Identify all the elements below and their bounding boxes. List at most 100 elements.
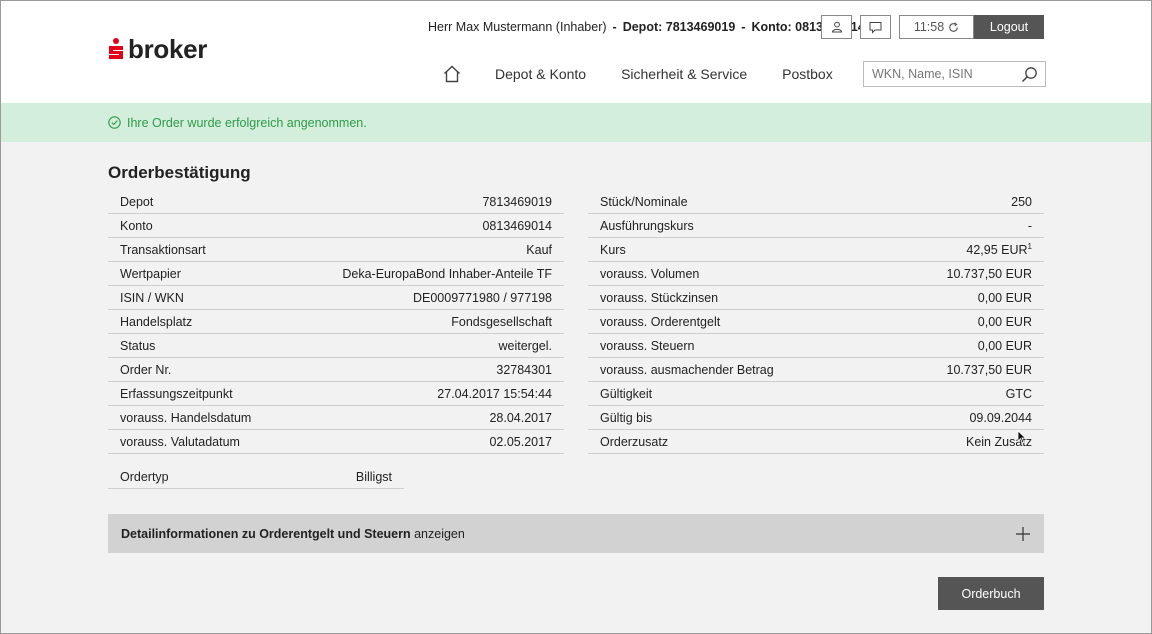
row-label: Ausführungskurs [600,218,694,233]
row-label: Kurs [600,242,626,257]
row-label: Handelsplatz [120,314,193,329]
row-label: vorauss. Handelsdatum [120,410,252,425]
row-label: Orderzusatz [600,434,669,449]
table-row: vorauss. Handelsdatum 28.04.2017 [108,406,564,430]
row-value: 0,00 EUR [977,338,1032,353]
table-row: ISIN / WKN DE0009771980 / 977198 [108,286,564,310]
home-icon[interactable] [442,64,462,84]
table-row: Kurs 42,95 EUR1 [588,238,1044,262]
row-value: Fondsgesellschaft [451,314,552,329]
row-label: Order Nr. [120,362,172,377]
session-time: 11:58 [913,20,945,34]
footnote-marker: 1 [1027,241,1032,251]
row-value: Kauf [526,242,552,257]
table-row: Wertpapier Deka-EuropaBond Inhaber-Anteil… [108,262,564,286]
success-message: Ihre Order wurde erfolgreich angenommen. [127,115,367,130]
row-value: weitergel. [498,338,553,353]
order-details-right: Stück/Nominale 250 Ausführungskurs - Kurs 4… [588,190,1044,454]
table-row: Order Nr. 32784301 [108,358,564,382]
user-info-line: Herr Max Mustermann (Inhaber) - Depot: 781… [428,20,865,34]
row-value: 0,00 EUR [977,290,1032,305]
success-banner: Ihre Order wurde erfolgreich angenommen. [0,103,1152,142]
user-name: Herr Max Mustermann (Inhaber) [428,20,607,34]
depot-number: Depot: 7813469019 [622,20,736,34]
search-icon[interactable] [1021,66,1038,83]
table-row: Gültig bis 09.09.2044 [588,406,1044,430]
nav-depot-konto[interactable]: Depot & Konto [495,66,586,82]
nav-postbox[interactable]: Postbox [782,66,833,82]
ordertyp-label: Ordertyp [120,469,169,484]
row-label: vorauss. Stückzinsen [600,290,719,305]
details-suffix: anzeigen [414,526,465,541]
table-row: Stück/Nominale 250 [588,190,1044,214]
table-row: Ordertyp Billigst [108,465,404,489]
row-value: 0813469014 [482,218,552,233]
row-value: 09.09.2044 [969,410,1032,425]
sbroker-logo[interactable]: broker [108,36,207,62]
brand-name: broker [128,34,208,64]
nav-sicherheit-service[interactable]: Sicherheit & Service [621,66,747,82]
row-value: Deka-EuropaBond Inhaber-Anteile TF [342,266,552,281]
details-text: Detailinformationen zu Orderentgelt und … [121,527,465,541]
table-row: Ausführungskurs - [588,214,1044,238]
search-input[interactable] [864,62,1014,86]
table-row: vorauss. Volumen 10.737,50 EUR [588,262,1044,286]
row-value: 32784301 [496,362,552,377]
table-row: vorauss. Stückzinsen 0,00 EUR [588,286,1044,310]
separator: - [612,20,617,34]
row-label: vorauss. ausmachender Betrag [600,362,774,377]
row-label: Stück/Nominale [600,194,688,209]
message-icon [869,21,882,34]
row-value: 10.737,50 EUR [946,362,1032,377]
row-label: vorauss. Volumen [600,266,700,281]
table-row: Depot 7813469019 [108,190,564,214]
plus-icon[interactable] [1015,526,1031,542]
row-label: vorauss. Steuern [600,338,695,353]
table-row: Erfassungszeitpunkt 27.04.2017 15:54:44 [108,382,564,406]
row-label: Konto [120,218,153,233]
row-label: Gültig bis [600,410,653,425]
main-navigation: Depot & Konto Sicherheit & Service Postb… [442,63,868,85]
mouse-cursor-icon [1017,430,1027,444]
table-row: Transaktionsart Kauf [108,238,564,262]
user-icon [831,21,842,33]
row-label: ISIN / WKN [120,290,184,305]
order-details-left: Depot 7813469019 Konto 0813469014 Transakt… [108,190,564,454]
table-row: vorauss. Valutadatum 02.05.2017 [108,430,564,454]
logout-button[interactable]: Logout [974,15,1044,39]
row-label: Depot [120,194,154,209]
row-value: 28.04.2017 [489,410,552,425]
search-box [863,61,1046,87]
details-title: Detailinformationen zu Orderentgelt und … [121,526,411,541]
table-row: vorauss. Orderentgelt 0,00 EUR [588,310,1044,334]
table-row: Orderzusatz Kein Zusatz [588,430,1044,454]
sparkasse-s-icon [108,38,124,60]
kurs-value: 42,95 EUR [966,242,1028,257]
row-label: Transaktionsart [120,242,206,257]
row-label: Status [120,338,156,353]
orderbuch-button[interactable]: Orderbuch [938,577,1044,610]
details-accordion[interactable]: Detailinformationen zu Orderentgelt und … [108,514,1044,553]
row-label: vorauss. Valutadatum [120,434,240,449]
table-row: Handelsplatz Fondsgesellschaft [108,310,564,334]
row-value: 10.737,50 EUR [946,266,1032,281]
row-label: vorauss. Orderentgelt [600,314,721,329]
ordertyp-value: Billigst [355,469,392,484]
top-header: broker Herr Max Mustermann (Inhaber) - Dep… [0,0,1152,103]
row-value: DE0009771980 / 977198 [412,290,552,305]
refresh-icon[interactable] [948,21,959,33]
messages-button[interactable] [860,15,891,39]
row-value: 02.05.2017 [489,434,552,449]
row-label: Erfassungszeitpunkt [120,386,233,401]
page-title: Orderbestätigung [108,163,251,182]
profile-button[interactable] [821,15,852,39]
session-timer[interactable]: 11:58 [899,15,974,39]
table-row: vorauss. ausmachender Betrag 10.737,50 EU… [588,358,1044,382]
row-label: Wertpapier [120,266,181,281]
table-row: Status weitergel. [108,334,564,358]
row-value: 7813469019 [482,194,552,209]
ordertyp-table: Ordertyp Billigst [108,465,404,489]
row-value: 0,00 EUR [977,314,1032,329]
table-row: Konto 0813469014 [108,214,564,238]
row-label: Gültigkeit [600,386,653,401]
